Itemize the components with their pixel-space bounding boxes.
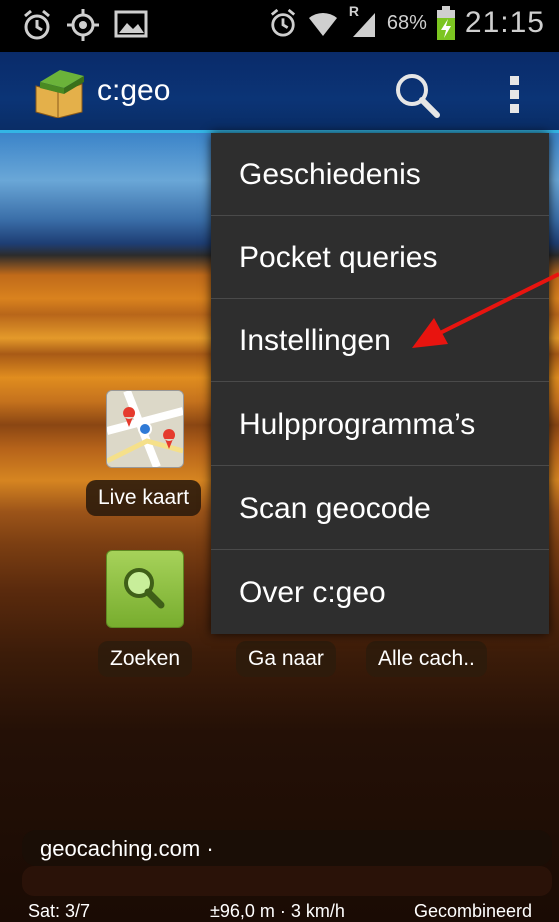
menu-item-history[interactable]: Geschiedenis: [211, 133, 549, 216]
map-icon: [107, 391, 183, 467]
connection-status: geocaching.com ·: [40, 836, 214, 861]
cgeo-app-icon[interactable]: [30, 66, 88, 118]
status-right-icons: R 68% 21:15: [269, 3, 545, 40]
overflow-menu-icon[interactable]: [500, 70, 530, 120]
app-title: c:geo: [97, 74, 171, 107]
goto-label[interactable]: Ga naar: [236, 641, 336, 677]
search-label[interactable]: Zoeken: [98, 641, 193, 677]
clock: 21:15: [464, 6, 545, 39]
menu-item-label: Instellingen: [239, 324, 391, 357]
image-icon: [114, 10, 148, 38]
menu-item-about[interactable]: Over c:geo: [211, 551, 549, 634]
status-left-icons: [22, 8, 148, 42]
signal-icon: [352, 13, 375, 37]
battery-percent: 68%: [386, 11, 427, 34]
menu-item-scan-geocode[interactable]: Scan geocode: [211, 467, 549, 550]
live-map-button[interactable]: [106, 390, 184, 468]
status-bar: R 68% 21:15: [0, 0, 559, 52]
alarm-icon: [24, 9, 50, 40]
wifi-icon: [308, 12, 337, 36]
gps-icon: [67, 9, 99, 41]
annotation-arrow-icon: [412, 272, 559, 348]
search-tile-button[interactable]: [106, 550, 184, 628]
menu-item-label: Over c:geo: [239, 576, 386, 609]
location-mode: Gecombineerd: [414, 901, 533, 921]
alarm-icon: [270, 8, 295, 37]
menu-item-utilities[interactable]: Hulpprogramma’s: [211, 383, 549, 466]
menu-item-label: Hulpprogramma’s: [239, 408, 476, 441]
menu-item-label: Scan geocode: [239, 492, 431, 525]
action-bar: c:geo: [0, 52, 559, 133]
satellite-count: Sat: 3/7: [28, 901, 91, 921]
search-icon[interactable]: [392, 70, 442, 120]
gps-status-row: Sat: 3/7 ±96,0 m · 3 km/h Gecombineerd: [0, 898, 559, 922]
magnifier-icon: [124, 568, 165, 609]
live-map-label[interactable]: Live kaart: [86, 480, 202, 516]
menu-item-label: Geschiedenis: [239, 158, 421, 191]
status-secondary-bar: [22, 866, 552, 896]
connection-status-bar: geocaching.com ·: [22, 830, 552, 866]
battery-charging-icon: [436, 6, 455, 40]
all-caches-label[interactable]: Alle cach..: [366, 641, 487, 677]
gps-accuracy: ±96,0 m · 3 km/h: [210, 901, 345, 921]
overflow-menu: Geschiedenis Pocket queries Instellingen…: [211, 133, 549, 634]
